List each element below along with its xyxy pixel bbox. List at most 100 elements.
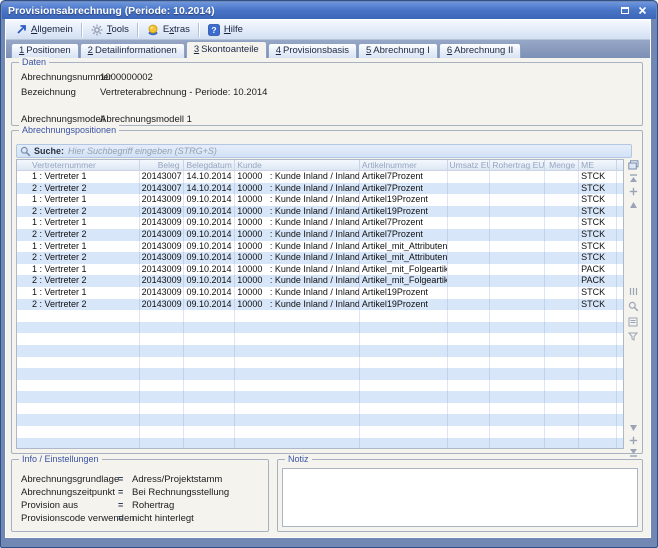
scroll-last-icon[interactable]: [627, 447, 639, 458]
grid-row[interactable]: 2 : Vertreter 22014300714.10.2014 /Di100…: [17, 183, 623, 195]
scroll-pageup-icon[interactable]: [627, 186, 639, 197]
grid-cell: [617, 438, 623, 449]
grid-row[interactable]: 2 : Vertreter 22014300909.10.2014 /Do100…: [17, 229, 623, 241]
grid-cell: 20143009: [140, 217, 185, 229]
grid-cell: [545, 426, 579, 438]
grid-cell: 20143009: [140, 194, 185, 206]
menu-item-extras[interactable]: Extras: [141, 22, 196, 38]
grid-header-cell[interactable]: Menge: [545, 160, 579, 170]
scroll-down-icon[interactable]: [627, 422, 639, 433]
titlebar[interactable]: Provisionsabrechnung (Periode: 10.2014): [2, 2, 656, 19]
grid-cell: [17, 368, 140, 380]
grid-cell: [490, 264, 545, 276]
field-value-abrechnungsnummer: 1000000002: [100, 72, 153, 83]
grid-header: VertreternummerBelegBelegdatumKundeArtik…: [17, 160, 623, 171]
grid-cell: [579, 345, 617, 357]
scroll-first-icon[interactable]: [627, 173, 639, 184]
extras-ball-icon: [147, 24, 159, 36]
scroll-pagedown-icon[interactable]: [627, 435, 639, 446]
grid-header-cell[interactable]: Rohertrag EUR: [490, 160, 545, 170]
grid-row[interactable]: 1 : Vertreter 12014300909.10.2014 /Do100…: [17, 241, 623, 253]
tab-strip: 1Positionen 2Detailinformationen 3Skonto…: [6, 40, 650, 58]
menu-item-tools[interactable]: Tools: [85, 22, 135, 38]
notiz-textarea[interactable]: [282, 468, 638, 527]
column-chooser-icon[interactable]: [627, 159, 639, 170]
close-window-button[interactable]: [635, 4, 650, 17]
grid-cell: [579, 357, 617, 369]
filter-icon[interactable]: [627, 331, 639, 342]
grid-header-cell[interactable]: Kunde: [235, 160, 360, 170]
zoom-icon[interactable]: [627, 301, 639, 312]
field-value-abrechnungsmodell: Abrechnungsmodell 1: [100, 114, 192, 125]
grid-cell: [17, 403, 140, 415]
grid-cell: [360, 310, 448, 322]
grid-cell: [448, 322, 491, 334]
menu-item-hilfe[interactable]: ? Hilfe: [202, 22, 249, 38]
grid-row[interactable]: 2 : Vertreter 22014300909.10.2014 /Do100…: [17, 206, 623, 218]
grid-cell: [360, 357, 448, 369]
export-icon[interactable]: [627, 316, 639, 327]
grid-cell: [617, 333, 623, 345]
search-bar[interactable]: Suche: Hier Suchbegriff eingeben (STRG+S…: [16, 144, 632, 158]
grid-cell: [448, 229, 491, 241]
grid-cell: [490, 333, 545, 345]
grid-cell: STCK: [579, 252, 617, 264]
grid-cell: [545, 264, 579, 276]
grid-cell: [360, 391, 448, 403]
grid-cell: [448, 171, 491, 183]
grid-cell: 09.10.2014 /Do: [184, 217, 235, 229]
grid-row[interactable]: 1 : Vertreter 12014300909.10.2014 /Do100…: [17, 194, 623, 206]
grid-header-cell[interactable]: Vertreternummer: [17, 160, 140, 170]
field-label-abrechnungsnummer: Abrechnungsnummer: [21, 72, 112, 83]
grid-empty-row: [17, 391, 623, 403]
grid-cell: 10000 : Kunde Inland / Inlandsort: [235, 264, 360, 276]
grid-row[interactable]: 1 : Vertreter 12014300714.10.2014 /Di100…: [17, 171, 623, 183]
grid-header-cell[interactable]: ME: [579, 160, 617, 170]
tab-skontoanteile[interactable]: 3Skontoanteile: [186, 41, 267, 58]
grid-cell: [490, 426, 545, 438]
grid-row[interactable]: 1 : Vertreter 12014300909.10.2014 /Do100…: [17, 217, 623, 229]
grid-cell: Artikel19Prozent: [360, 194, 448, 206]
grid-header-cell[interactable]: Belegdatum: [184, 160, 235, 170]
toolbar-separator: [198, 23, 200, 37]
grid-row[interactable]: 2 : Vertreter 22014300909.10.2014 /Do100…: [17, 275, 623, 287]
grid-cell: STCK: [579, 217, 617, 229]
grid-cell: [490, 438, 545, 449]
grid-cell: 10000 : Kunde Inland / Inlandsort: [235, 287, 360, 299]
grid-cell: Artikel19Prozent: [360, 287, 448, 299]
scroll-up-icon[interactable]: [627, 199, 639, 210]
arrow-northeast-icon: [16, 24, 27, 35]
tab-detailinformationen[interactable]: 2Detailinformationen: [80, 43, 185, 58]
grid-cell: [617, 194, 623, 206]
tab-abrechnung-1[interactable]: 5Abrechnung I: [358, 43, 438, 58]
main-menu: Allgemein Tools: [6, 20, 650, 40]
grid-cell: [545, 252, 579, 264]
grid-cell: 10000 : Kunde Inland / Inlandsort: [235, 275, 360, 287]
search-input[interactable]: Hier Suchbegriff eingeben (STRG+S): [68, 146, 217, 156]
grid-cell: [617, 368, 623, 380]
tab-positionen[interactable]: 1Positionen: [11, 43, 79, 58]
grid-row[interactable]: 2 : Vertreter 22014300909.10.2014 /Do100…: [17, 299, 623, 311]
grid-row[interactable]: 1 : Vertreter 12014300909.10.2014 /Do100…: [17, 287, 623, 299]
equals-separator: =: [118, 513, 123, 523]
grid-row[interactable]: 2 : Vertreter 22014300909.10.2014 /Do100…: [17, 252, 623, 264]
grid-cell: 20143007: [140, 171, 185, 183]
grid-cell: [490, 299, 545, 311]
menu-item-allgemein[interactable]: Allgemein: [10, 22, 79, 38]
grid-cell: [490, 310, 545, 322]
tab-abrechnung-2[interactable]: 6Abrechnung II: [439, 43, 521, 58]
grid-cell: [235, 391, 360, 403]
grid-cell: [579, 322, 617, 334]
grid-cell: [360, 380, 448, 392]
grid-header-cell[interactable]: Artikelnummer: [360, 160, 448, 170]
grid-header-cell[interactable]: Beleg: [140, 160, 185, 170]
tab-provisionsbasis[interactable]: 4Provisionsbasis: [268, 43, 357, 58]
info-value-provision-aus: Rohertrag: [132, 500, 174, 511]
restore-window-button[interactable]: [617, 4, 632, 17]
grid-row[interactable]: 1 : Vertreter 12014300909.10.2014 /Do100…: [17, 264, 623, 276]
grid-header-cell[interactable]: Umsatz EUR: [448, 160, 491, 170]
tab-page-skontoanteile: Daten Abrechnungsnummer 1000000002 Bezei…: [6, 58, 650, 537]
grid-cell: [448, 426, 491, 438]
grid-cell: [448, 275, 491, 287]
view-columns-icon[interactable]: [627, 286, 639, 297]
